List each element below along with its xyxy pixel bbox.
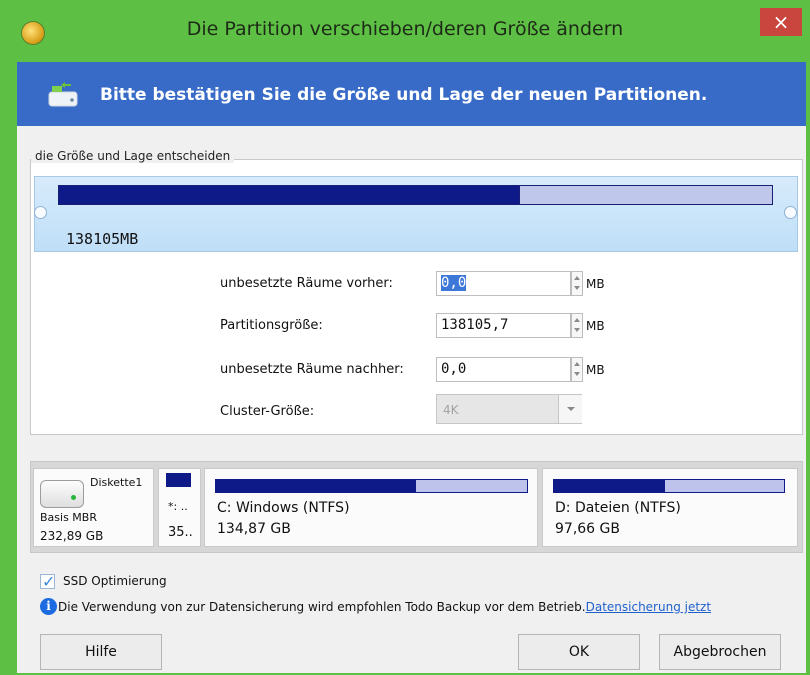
partition-size-stepper[interactable] — [571, 313, 583, 338]
windows-partition-size: 134,87 GB — [217, 521, 291, 537]
partition-icon — [48, 82, 78, 107]
data-partition-size: 97,66 GB — [555, 521, 620, 537]
backup-recommendation-text: Die Verwendung von zur Datensicherung wi… — [58, 600, 586, 614]
help-button[interactable]: Hilfe — [40, 634, 162, 670]
partition-free-fill — [519, 186, 772, 204]
data-partition-name: D: Dateien (NTFS) — [555, 500, 681, 516]
disk-icon — [40, 480, 84, 508]
window-title: Die Partition verschieben/deren Größe än… — [186, 18, 624, 40]
close-button[interactable]: × — [760, 8, 802, 36]
before-space-input[interactable]: 0,0 — [436, 271, 571, 296]
partition-used-fill — [59, 186, 519, 204]
ok-button[interactable]: OK — [518, 634, 640, 670]
info-icon: i — [40, 598, 57, 615]
after-space-unit: MB — [586, 363, 605, 377]
disk-size: 232,89 GB — [40, 529, 104, 543]
banner-title: Bitte bestätigen Sie die Größe und Lage … — [100, 85, 708, 105]
backup-now-link[interactable]: Datensicherung jetzt — [586, 600, 711, 614]
ssd-optimization-label: SSD Optimierung — [63, 574, 167, 588]
data-partition-fill — [554, 480, 665, 492]
small-partition-fill — [167, 474, 190, 486]
group-label: die Größe und Lage entscheiden — [31, 149, 235, 163]
small-partition-label: *: .. — [168, 500, 188, 513]
partition-size-value: 138105,7 — [441, 317, 509, 333]
partition-size-input[interactable]: 138105,7 — [436, 313, 571, 338]
windows-partition-name: C: Windows (NTFS) — [217, 500, 350, 516]
before-space-value: 0,0 — [441, 275, 467, 291]
disk-name: Diskette1 — [90, 476, 143, 489]
ssd-optimization-checkbox[interactable] — [40, 572, 55, 591]
disk-status-led — [71, 495, 76, 500]
partition-size-display: 138105MB — [66, 230, 139, 248]
after-space-label: unbesetzte Räume nachher: — [220, 362, 404, 377]
left-resize-handle[interactable] — [34, 206, 47, 219]
before-space-stepper[interactable] — [571, 271, 583, 296]
partition-size-label: Partitionsgröße: — [220, 318, 323, 333]
before-space-label: unbesetzte Räume vorher: — [220, 276, 393, 291]
disk-type: Basis MBR — [40, 511, 97, 524]
small-partition-size: 35.. — [168, 525, 193, 540]
cluster-size-label: Cluster-Größe: — [220, 404, 315, 419]
before-space-unit: MB — [586, 277, 605, 291]
partition-size-unit: MB — [586, 319, 605, 333]
cluster-dropdown-button[interactable] — [558, 395, 582, 423]
right-resize-handle[interactable] — [784, 206, 797, 219]
cluster-size-value: 4K — [443, 403, 459, 417]
after-space-input[interactable]: 0,0 — [436, 357, 571, 382]
after-space-stepper[interactable] — [571, 357, 583, 382]
after-space-value: 0,0 — [441, 361, 467, 377]
confirmation-banner: Bitte bestätigen Sie die Größe und Lage … — [17, 62, 806, 126]
cancel-button[interactable]: Abgebrochen — [659, 634, 781, 670]
windows-partition-fill — [216, 480, 416, 492]
backup-recommendation: Die Verwendung von zur Datensicherung wi… — [58, 600, 711, 614]
